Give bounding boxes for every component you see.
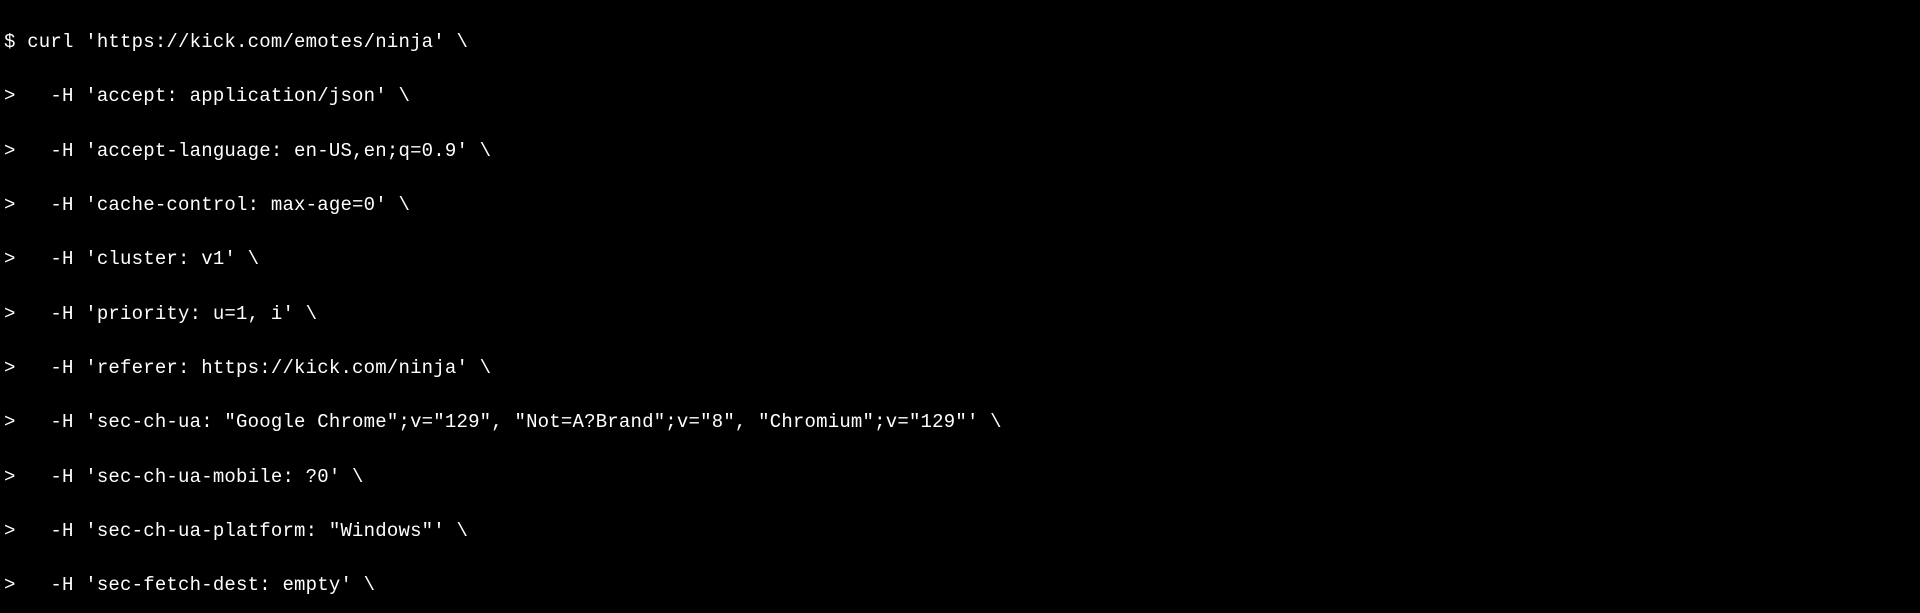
terminal-line: > -H 'accept-language: en-US,en;q=0.9' \ — [4, 140, 491, 162]
terminal-line: > -H 'cache-control: max-age=0' \ — [4, 194, 410, 216]
terminal-line: $ curl 'https://kick.com/emotes/ninja' \ — [4, 31, 468, 53]
terminal[interactable]: $ curl 'https://kick.com/emotes/ninja' \… — [0, 0, 1920, 613]
terminal-line: > -H 'priority: u=1, i' \ — [4, 303, 317, 325]
terminal-line: > -H 'accept: application/json' \ — [4, 85, 410, 107]
terminal-line: > -H 'sec-ch-ua-mobile: ?0' \ — [4, 466, 364, 488]
terminal-line: > -H 'sec-ch-ua: "Google Chrome";v="129"… — [4, 411, 1002, 433]
terminal-line: > -H 'sec-fetch-dest: empty' \ — [4, 574, 375, 596]
terminal-line: > -H 'sec-ch-ua-platform: "Windows"' \ — [4, 520, 468, 542]
terminal-line: > -H 'referer: https://kick.com/ninja' \ — [4, 357, 491, 379]
terminal-line: > -H 'cluster: v1' \ — [4, 248, 259, 270]
